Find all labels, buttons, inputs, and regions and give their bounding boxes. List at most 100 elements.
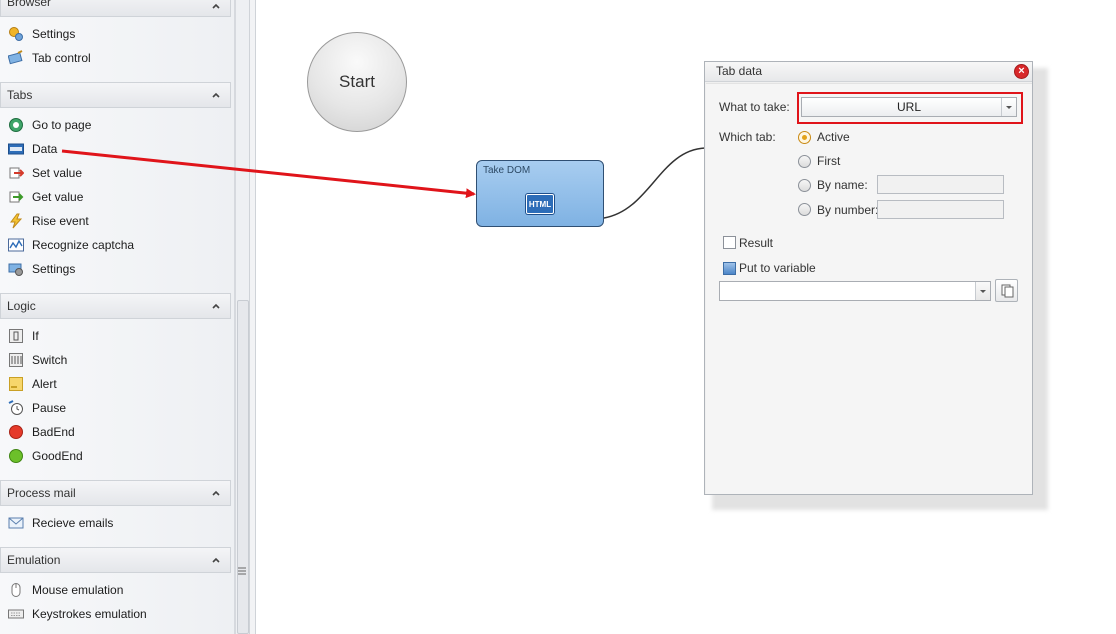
copy-variable-button[interactable] xyxy=(995,279,1018,302)
radio-active-label[interactable]: Active xyxy=(817,130,850,144)
sidebar-item-if[interactable]: If xyxy=(0,325,231,347)
sidebar-item-label: Keystrokes emulation xyxy=(32,607,147,621)
dialog-title: Tab data xyxy=(716,64,763,78)
if-icon xyxy=(8,328,24,344)
chevron-up-icon xyxy=(212,3,220,9)
close-icon[interactable]: × xyxy=(1014,64,1029,79)
sidebar-item-mouse-emulation[interactable]: Mouse emulation xyxy=(0,579,231,601)
sidebar-item-data[interactable]: Data xyxy=(0,138,231,160)
sidebar-item-label: Recognize captcha xyxy=(32,238,135,252)
dialog-header: Tab data xyxy=(705,62,1032,82)
node-title: Take DOM xyxy=(483,165,531,176)
captcha-icon xyxy=(8,237,24,253)
what-to-take-select[interactable]: URL xyxy=(801,97,1017,117)
sidebar-item-label: Switch xyxy=(32,353,68,367)
sidebar-item-recognize-captcha[interactable]: Recognize captcha xyxy=(0,234,231,256)
sidebar-item-bad-end[interactable]: BadEnd xyxy=(0,421,231,443)
put-to-variable-icon xyxy=(723,262,736,275)
sidebar-item-keystrokes-emulation[interactable]: Keystrokes emulation xyxy=(0,603,231,625)
html-icon xyxy=(8,141,24,157)
section-title: Tabs xyxy=(7,88,33,102)
section-header-browser[interactable]: Browser xyxy=(0,0,231,17)
section-title: Logic xyxy=(7,299,36,313)
what-to-take-label: What to take: xyxy=(719,100,790,114)
variable-select[interactable] xyxy=(719,281,991,301)
grip-icon xyxy=(238,567,246,575)
pause-icon xyxy=(8,400,24,416)
good-end-icon xyxy=(8,448,24,464)
sidebar-item-label: Settings xyxy=(32,27,76,41)
chevron-up-icon xyxy=(212,557,220,563)
keyboard-icon xyxy=(8,606,24,622)
sidebar-item-get-value[interactable]: Get value xyxy=(0,186,231,208)
which-tab-label: Which tab: xyxy=(719,130,776,144)
chevron-up-icon xyxy=(212,303,220,309)
section-title: Emulation xyxy=(7,553,61,567)
sidebar-item-label: Get value xyxy=(32,190,84,204)
take-dom-node[interactable]: Take DOM HTML xyxy=(476,160,604,227)
chevron-up-icon xyxy=(212,490,220,496)
sidebar-item-label: Data xyxy=(32,142,58,156)
go-to-page-icon xyxy=(8,117,24,133)
sidebar-item-label: BadEnd xyxy=(32,425,75,439)
section-header-tabs[interactable]: Tabs xyxy=(0,82,231,108)
toolbox-sidebar: Browser Settings Tab control Tabs Go to … xyxy=(0,0,235,634)
lightning-icon xyxy=(8,213,24,229)
chevron-down-icon[interactable] xyxy=(1001,98,1016,116)
radio-by-number-label[interactable]: By number: xyxy=(817,203,878,217)
chevron-down-icon[interactable] xyxy=(975,282,990,300)
start-label: Start xyxy=(339,72,375,91)
sidebar-item-recieve-emails[interactable]: Recieve emails xyxy=(0,512,231,534)
sidebar-item-label: Alert xyxy=(32,377,57,391)
sidebar-item-good-end[interactable]: GoodEnd xyxy=(0,445,231,467)
sidebar-item-go-to-page[interactable]: Go to page xyxy=(0,114,231,136)
switch-icon xyxy=(8,352,24,368)
set-value-icon xyxy=(8,165,24,181)
radio-by-name-label[interactable]: By name: xyxy=(817,178,868,192)
chevron-up-icon xyxy=(212,92,220,98)
sidebar-item-tab-control[interactable]: Tab control xyxy=(0,47,231,69)
sidebar-item-label: Tab control xyxy=(32,51,91,65)
by-number-input[interactable] xyxy=(877,200,1004,219)
mail-icon xyxy=(8,515,24,531)
sidebar-item-label: If xyxy=(32,329,39,343)
radio-first-label[interactable]: First xyxy=(817,154,840,168)
sidebar-item-alert[interactable]: Alert xyxy=(0,373,231,395)
tab-control-icon xyxy=(8,50,24,66)
sidebar-item-switch[interactable]: Switch xyxy=(0,349,231,371)
html-icon: HTML xyxy=(526,194,554,214)
result-label[interactable]: Result xyxy=(739,236,773,250)
radio-by-name[interactable] xyxy=(798,179,811,192)
section-header-process-mail[interactable]: Process mail xyxy=(0,480,231,506)
alert-icon xyxy=(8,376,24,392)
sidebar-item-rise-event[interactable]: Rise event xyxy=(0,210,231,232)
sidebar-scrollbar[interactable] xyxy=(235,0,249,634)
get-value-icon xyxy=(8,189,24,205)
sidebar-item-pause[interactable]: Pause xyxy=(0,397,231,419)
sidebar-item-label: GoodEnd xyxy=(32,449,83,463)
by-name-input[interactable] xyxy=(877,175,1004,194)
radio-by-number[interactable] xyxy=(798,203,811,216)
what-to-take-value: URL xyxy=(896,100,921,114)
sidebar-item-set-value[interactable]: Set value xyxy=(0,162,231,184)
bad-end-icon xyxy=(8,424,24,440)
tab-data-dialog: Tab data × xyxy=(704,61,1033,495)
sidebar-item-label: Pause xyxy=(32,401,67,415)
radio-first[interactable] xyxy=(798,155,811,168)
sidebar-item-label: Settings xyxy=(32,262,76,276)
sidebar-item-label: Go to page xyxy=(32,118,92,132)
sidebar-item-browser-settings[interactable]: Settings xyxy=(0,23,231,45)
sidebar-item-tab-settings[interactable]: Settings xyxy=(0,258,231,280)
section-title: Process mail xyxy=(7,486,76,500)
sidebar-item-label: Mouse emulation xyxy=(32,583,124,597)
sidebar-item-label: Recieve emails xyxy=(32,516,114,530)
result-checkbox[interactable] xyxy=(723,236,736,249)
section-header-emulation[interactable]: Emulation xyxy=(0,547,231,573)
tab-settings-icon xyxy=(8,261,24,277)
scrollbar-thumb[interactable] xyxy=(237,300,249,634)
radio-active[interactable] xyxy=(798,131,811,144)
copy-icon xyxy=(1001,284,1014,298)
panel-splitter[interactable] xyxy=(249,0,256,634)
section-header-logic[interactable]: Logic xyxy=(0,293,231,319)
start-node[interactable]: Start xyxy=(307,32,407,132)
